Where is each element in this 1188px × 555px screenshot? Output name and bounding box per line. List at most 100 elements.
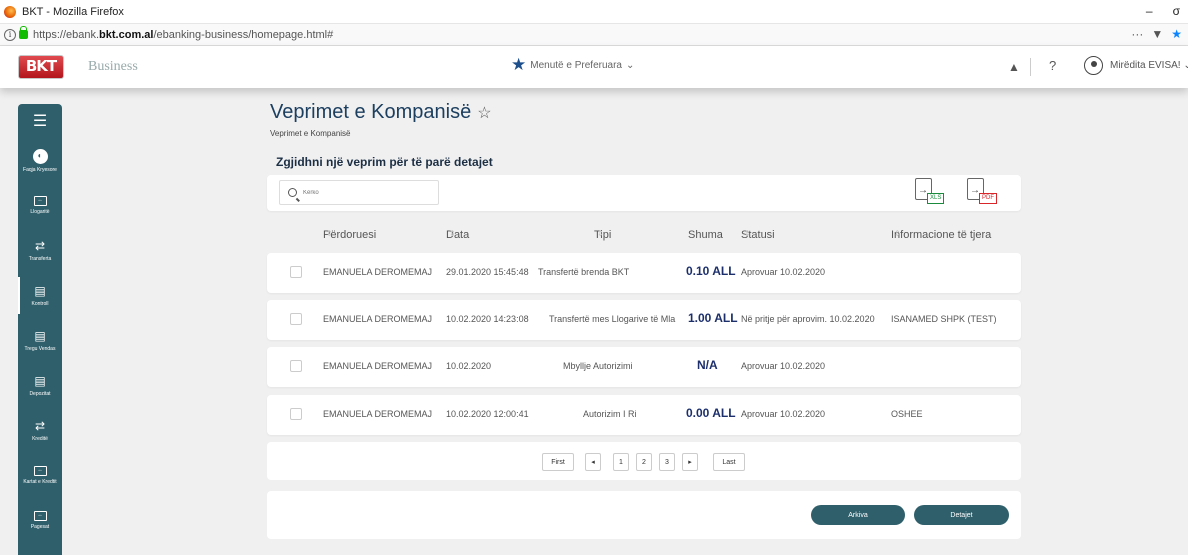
cell-user: EMANUELA DEROMEMAJ bbox=[323, 314, 433, 324]
bkt-logo[interactable]: BKT bbox=[18, 55, 64, 79]
cell-date: 10.02.2020 12:00:41 bbox=[446, 409, 529, 419]
breadcrumb[interactable]: Veprimet e Kompanisë bbox=[270, 129, 351, 138]
sidebar-item-label: Llogaritë bbox=[30, 209, 50, 215]
sidebar-item-label: Transferta bbox=[28, 256, 52, 262]
sidebar-item-label: Kartat e Kredtit bbox=[23, 479, 57, 485]
favorite-star-icon[interactable]: ☆ bbox=[477, 103, 491, 123]
xls-label: XLS bbox=[927, 193, 945, 204]
page-prev-button[interactable]: ◂ bbox=[585, 453, 601, 471]
page-actions-icon[interactable]: ··· bbox=[1131, 27, 1143, 41]
archive-button[interactable]: Arkiva bbox=[811, 505, 905, 525]
home-icon: ◐ bbox=[32, 148, 48, 164]
hamburger-menu-icon[interactable]: ☰ bbox=[18, 104, 62, 138]
cell-type: Autorizim I Ri bbox=[583, 409, 637, 419]
cell-date: 10.02.2020 14:23:08 bbox=[446, 314, 529, 324]
favorites-menu[interactable]: ★ Menutë e Preferuara ⌄ bbox=[511, 55, 634, 74]
cell-user: EMANUELA DEROMEMAJ bbox=[323, 267, 433, 277]
cell-info: OSHEE bbox=[891, 409, 923, 419]
card-icon: ◦◦ bbox=[33, 196, 47, 206]
sidebar-item-market[interactable]: ▤ Tregu Vendas bbox=[18, 318, 62, 363]
search-box[interactable] bbox=[279, 180, 439, 205]
url-domain: bkt.com.al bbox=[99, 28, 154, 41]
window-title: BKT - Mozilla Firefox bbox=[22, 5, 124, 18]
row-checkbox[interactable] bbox=[290, 266, 302, 278]
site-info-icon[interactable]: i bbox=[4, 28, 16, 41]
sidebar-item-accounts[interactable]: ◦◦ Llogaritë bbox=[18, 183, 62, 228]
cell-status: Në pritje për aprovim. 10.02.2020 bbox=[741, 314, 875, 324]
cell-type: Mbyllje Autorizimi bbox=[563, 361, 633, 371]
sidebar-item-credit-cards[interactable]: ◦◦ Kartat e Kredtit bbox=[18, 453, 62, 498]
sort-icon: ⇕ bbox=[894, 229, 901, 238]
sidebar-item-payments[interactable]: ◦◦ Pagesat bbox=[18, 498, 62, 543]
page-3-button[interactable]: 3 bbox=[659, 453, 675, 471]
table-row[interactable]: EMANUELA DEROMEMAJ 10.02.2020 12:00:41 A… bbox=[267, 395, 1021, 435]
search-icon bbox=[288, 188, 297, 197]
cell-date: 10.02.2020 bbox=[446, 361, 492, 371]
section-title: Zgjidhni një veprim për të parë detajet bbox=[276, 155, 493, 169]
sort-icon: ⇕ bbox=[597, 229, 604, 238]
control-icon: ▤ bbox=[34, 284, 46, 298]
sidebar-item-label: Kreditë bbox=[32, 436, 48, 442]
sidebar: ☰ ◐ Faqja Kryesore ◦◦ Llogaritë ⇄ Transf… bbox=[18, 104, 62, 555]
page-title: Veprimet e Kompanisë ☆ bbox=[270, 101, 492, 124]
user-avatar-icon[interactable] bbox=[1084, 56, 1103, 75]
page-1-button[interactable]: 1 bbox=[613, 453, 629, 471]
table-row[interactable]: EMANUELA DEROMEMAJ 29.01.2020 15:45:48 T… bbox=[267, 253, 1021, 293]
sidebar-item-label: Faqja Kryesore bbox=[23, 166, 57, 173]
row-checkbox[interactable] bbox=[290, 360, 302, 372]
sidebar-item-home[interactable]: ◐ Faqja Kryesore bbox=[18, 138, 62, 183]
sort-icon: ⇕ bbox=[326, 229, 333, 238]
bookmark-star-icon[interactable]: ★ bbox=[1171, 27, 1182, 41]
table-row[interactable]: EMANUELA DEROMEMAJ 10.02.2020 Mbyllje Au… bbox=[267, 347, 1021, 387]
url-bar[interactable]: i https://ebank. bkt.com.al/ebanking-busi… bbox=[0, 24, 1188, 46]
minimize-button[interactable]: – bbox=[1146, 4, 1153, 18]
cell-status: Aprovuar 10.02.2020 bbox=[741, 361, 826, 371]
sort-icon: ⇕ bbox=[744, 229, 751, 238]
header-divider bbox=[1030, 58, 1031, 76]
cell-amount: 1.00 ALL bbox=[688, 311, 738, 325]
browser-tools: ··· ▼ ★ bbox=[1131, 27, 1182, 41]
cell-status: Aprovuar 10.02.2020 bbox=[741, 267, 826, 277]
sort-icon: ⇕ bbox=[449, 229, 456, 238]
cell-info: ISANAMED SHPK (TEST) bbox=[891, 314, 997, 324]
table-row[interactable]: EMANUELA DEROMEMAJ 10.02.2020 14:23:08 T… bbox=[267, 300, 1021, 340]
table-header: Përdoruesi ⇕ Data ⇕ Tipi ⇕ Shuma Statusi ⇕ I… bbox=[323, 229, 992, 241]
pocket-icon[interactable]: ▼ bbox=[1151, 27, 1163, 41]
sidebar-item-label: Tregu Vendas bbox=[24, 346, 56, 352]
lock-icon bbox=[19, 26, 28, 39]
payment-icon: ◦◦ bbox=[33, 511, 47, 521]
details-button[interactable]: Detajet bbox=[914, 505, 1009, 525]
sidebar-item-credit[interactable]: ⇄ Kreditë bbox=[18, 408, 62, 453]
url-prefix: https://ebank. bbox=[33, 28, 100, 41]
cell-user: EMANUELA DEROMEMAJ bbox=[323, 361, 433, 371]
help-button[interactable]: ? bbox=[1049, 58, 1056, 73]
pagination: First ◂ 1 2 3 ▸ Last bbox=[267, 442, 1021, 480]
export-pdf-button[interactable]: → PDF bbox=[963, 178, 1003, 206]
maximize-button[interactable]: σ bbox=[1173, 4, 1180, 18]
bell-icon[interactable]: ▲ bbox=[1008, 60, 1020, 74]
browser-titlebar: BKT - Mozilla Firefox – σ bbox=[0, 0, 1188, 24]
sidebar-item-control[interactable]: ▤ Kontroll bbox=[18, 273, 62, 318]
favorites-star-icon: ★ bbox=[511, 55, 527, 74]
cell-amount: 0.10 ALL bbox=[686, 264, 736, 278]
cell-user: EMANUELA DEROMEMAJ bbox=[323, 409, 433, 419]
sidebar-item-deposits[interactable]: ▤ Depozitat bbox=[18, 363, 62, 408]
export-xls-button[interactable]: → XLS bbox=[911, 178, 951, 206]
page-last-button[interactable]: Last bbox=[713, 453, 745, 471]
user-greeting: Mirëdita EVISA! bbox=[1110, 60, 1181, 71]
deposit-icon: ▤ bbox=[34, 374, 46, 388]
page-2-button[interactable]: 2 bbox=[636, 453, 652, 471]
user-menu[interactable]: Mirëdita EVISA! ⌄ bbox=[1110, 60, 1188, 71]
window-controls: – σ bbox=[1146, 4, 1180, 18]
search-input[interactable] bbox=[303, 189, 423, 196]
sidebar-item-label: Kontroll bbox=[31, 301, 49, 307]
sidebar-item-label: Depozitat bbox=[29, 391, 51, 397]
url-path: /ebanking-business/homepage.html# bbox=[153, 28, 334, 41]
row-checkbox[interactable] bbox=[290, 313, 302, 325]
transfer-icon: ⇄ bbox=[34, 239, 46, 253]
row-checkbox[interactable] bbox=[290, 408, 302, 420]
page-next-button[interactable]: ▸ bbox=[682, 453, 698, 471]
page-first-button[interactable]: First bbox=[542, 453, 574, 471]
credit-card-icon: ◦◦ bbox=[33, 466, 47, 476]
sidebar-item-transfers[interactable]: ⇄ Transferta bbox=[18, 228, 62, 273]
